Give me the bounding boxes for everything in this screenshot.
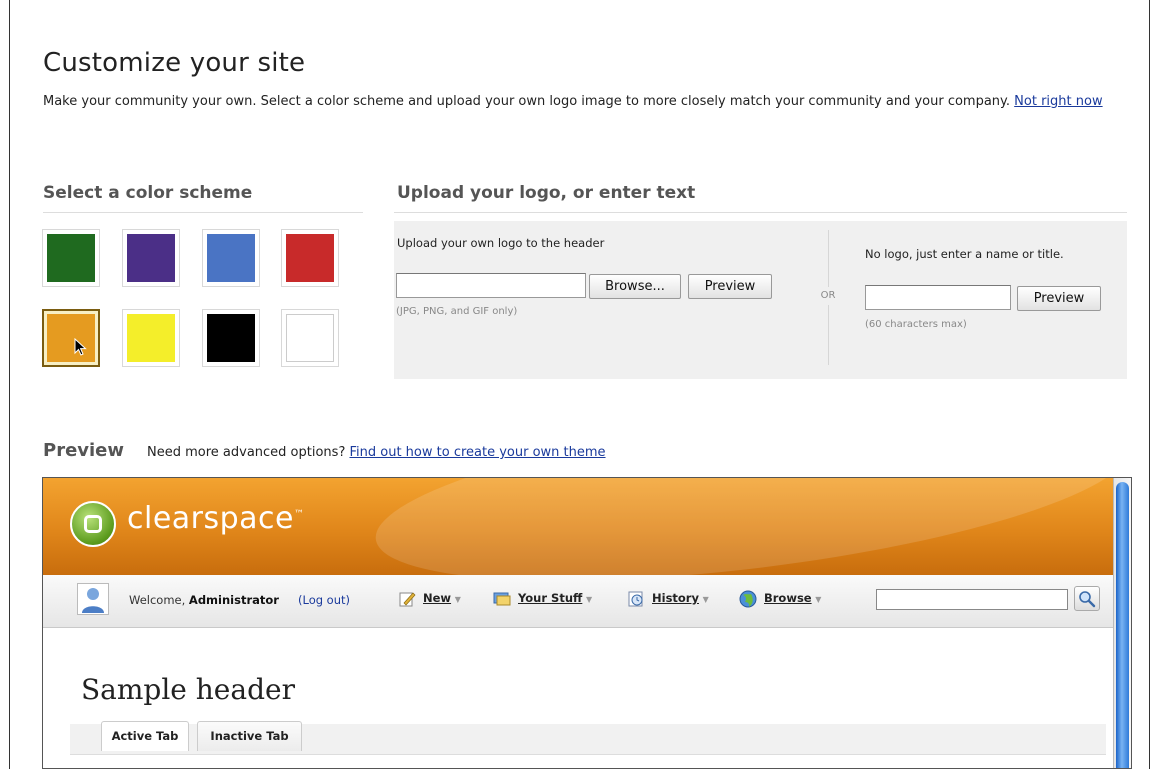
swatch-fill: [207, 234, 255, 282]
swatch-fill: [127, 234, 175, 282]
swatch-yellow[interactable]: [122, 309, 180, 367]
tab-active[interactable]: Active Tab: [101, 721, 189, 751]
clearspace-logo-icon: [70, 501, 116, 547]
logo-text-input[interactable]: [865, 285, 1011, 310]
nav-new-label: New: [423, 591, 452, 605]
upload-rule: [394, 212, 1127, 213]
swatch-blue[interactable]: [202, 229, 260, 287]
sample-header: Sample header: [81, 673, 295, 706]
chevron-down-icon: ▼: [585, 595, 593, 604]
swatch-fill: [286, 314, 334, 362]
logo-upload-label: Upload your own logo to the header: [397, 236, 605, 250]
welcome-label: Welcome,: [129, 593, 186, 607]
logo-preview-button[interactable]: Preview: [688, 274, 772, 299]
nav-browse-label: Browse: [764, 591, 812, 605]
welcome-message: Welcome, Administrator: [129, 593, 279, 607]
site-nav-bar: Welcome, Administrator (Log out) New ▼ Y…: [43, 575, 1113, 628]
preview-scrollbar[interactable]: [1113, 478, 1131, 768]
window-edge-left: [9, 0, 10, 769]
file-type-hint: (JPG, PNG, and GIF only): [396, 306, 518, 317]
search-icon: [1079, 591, 1096, 608]
swatch-orange[interactable]: [42, 309, 100, 367]
chevron-down-icon: ▼: [702, 595, 709, 604]
swatch-green[interactable]: [42, 229, 100, 287]
window-edge-right: [1149, 0, 1150, 769]
logo-mark: [84, 515, 102, 533]
intro-text: Make your community your own. Select a c…: [43, 95, 1133, 108]
site-logo-text: clearspace™: [127, 501, 305, 536]
nav-new[interactable]: New ▼: [423, 591, 461, 605]
preview-heading: Preview: [43, 440, 125, 461]
nav-your-stuff[interactable]: Your Stuff ▼: [518, 591, 592, 605]
character-limit-hint: (60 characters max): [865, 319, 967, 330]
swatch-purple[interactable]: [122, 229, 180, 287]
swatch-red[interactable]: [281, 229, 339, 287]
page-title: Customize your site: [43, 48, 306, 78]
mouse-pointer-icon: [74, 338, 87, 356]
logo-wordmark: clearspace: [127, 501, 295, 536]
your-stuff-icon: [493, 592, 511, 606]
nav-browse[interactable]: Browse ▼: [764, 591, 821, 605]
color-scheme-rule: [43, 212, 363, 213]
chevron-down-icon: ▼: [454, 595, 461, 604]
user-name: Administrator: [188, 593, 279, 607]
swatch-black[interactable]: [202, 309, 260, 367]
nav-history-label: History: [652, 591, 699, 605]
history-icon: [628, 591, 643, 607]
not-right-now-link[interactable]: Not right now: [1014, 94, 1102, 109]
browse-button[interactable]: Browse...: [589, 274, 681, 299]
text-preview-button[interactable]: Preview: [1017, 286, 1101, 311]
or-separator: OR: [816, 287, 840, 305]
logo-file-input[interactable]: [396, 273, 586, 298]
tab-inactive[interactable]: Inactive Tab: [197, 721, 302, 751]
logout-link[interactable]: (Log out): [298, 593, 350, 607]
advanced-options-label: Need more advanced options?: [147, 445, 346, 460]
search-button[interactable]: [1074, 586, 1100, 611]
advanced-options-text: Need more advanced options? Find out how…: [147, 445, 606, 460]
new-document-icon: [399, 592, 416, 607]
intro-description: Make your community your own. Select a c…: [43, 94, 1011, 109]
nav-history[interactable]: History ▼: [652, 591, 709, 605]
swatch-fill: [207, 314, 255, 362]
chevron-down-icon: ▼: [815, 595, 822, 604]
swatch-fill: [286, 234, 334, 282]
swatch-white[interactable]: [281, 309, 339, 367]
color-scheme-heading: Select a color scheme: [43, 183, 253, 203]
avatar-person-icon: [82, 588, 104, 613]
scrollbar-thumb[interactable]: [1116, 482, 1129, 768]
create-theme-link[interactable]: Find out how to create your own theme: [349, 445, 605, 460]
globe-icon: [739, 590, 757, 608]
site-search-input[interactable]: [876, 589, 1068, 610]
nav-your-stuff-label: Your Stuff: [518, 591, 583, 605]
site-preview: clearspace™ Welcome, Administrator (Log …: [42, 477, 1132, 769]
site-banner: clearspace™: [43, 478, 1113, 575]
swatch-fill: [127, 314, 175, 362]
user-avatar-icon[interactable]: [77, 583, 109, 615]
banner-sheen: [366, 478, 1113, 575]
logo-text-label: No logo, just enter a name or title.: [865, 247, 1064, 261]
upload-heading: Upload your logo, or enter text: [397, 183, 696, 203]
trademark-mark: ™: [294, 509, 305, 520]
swatch-fill: [47, 234, 95, 282]
